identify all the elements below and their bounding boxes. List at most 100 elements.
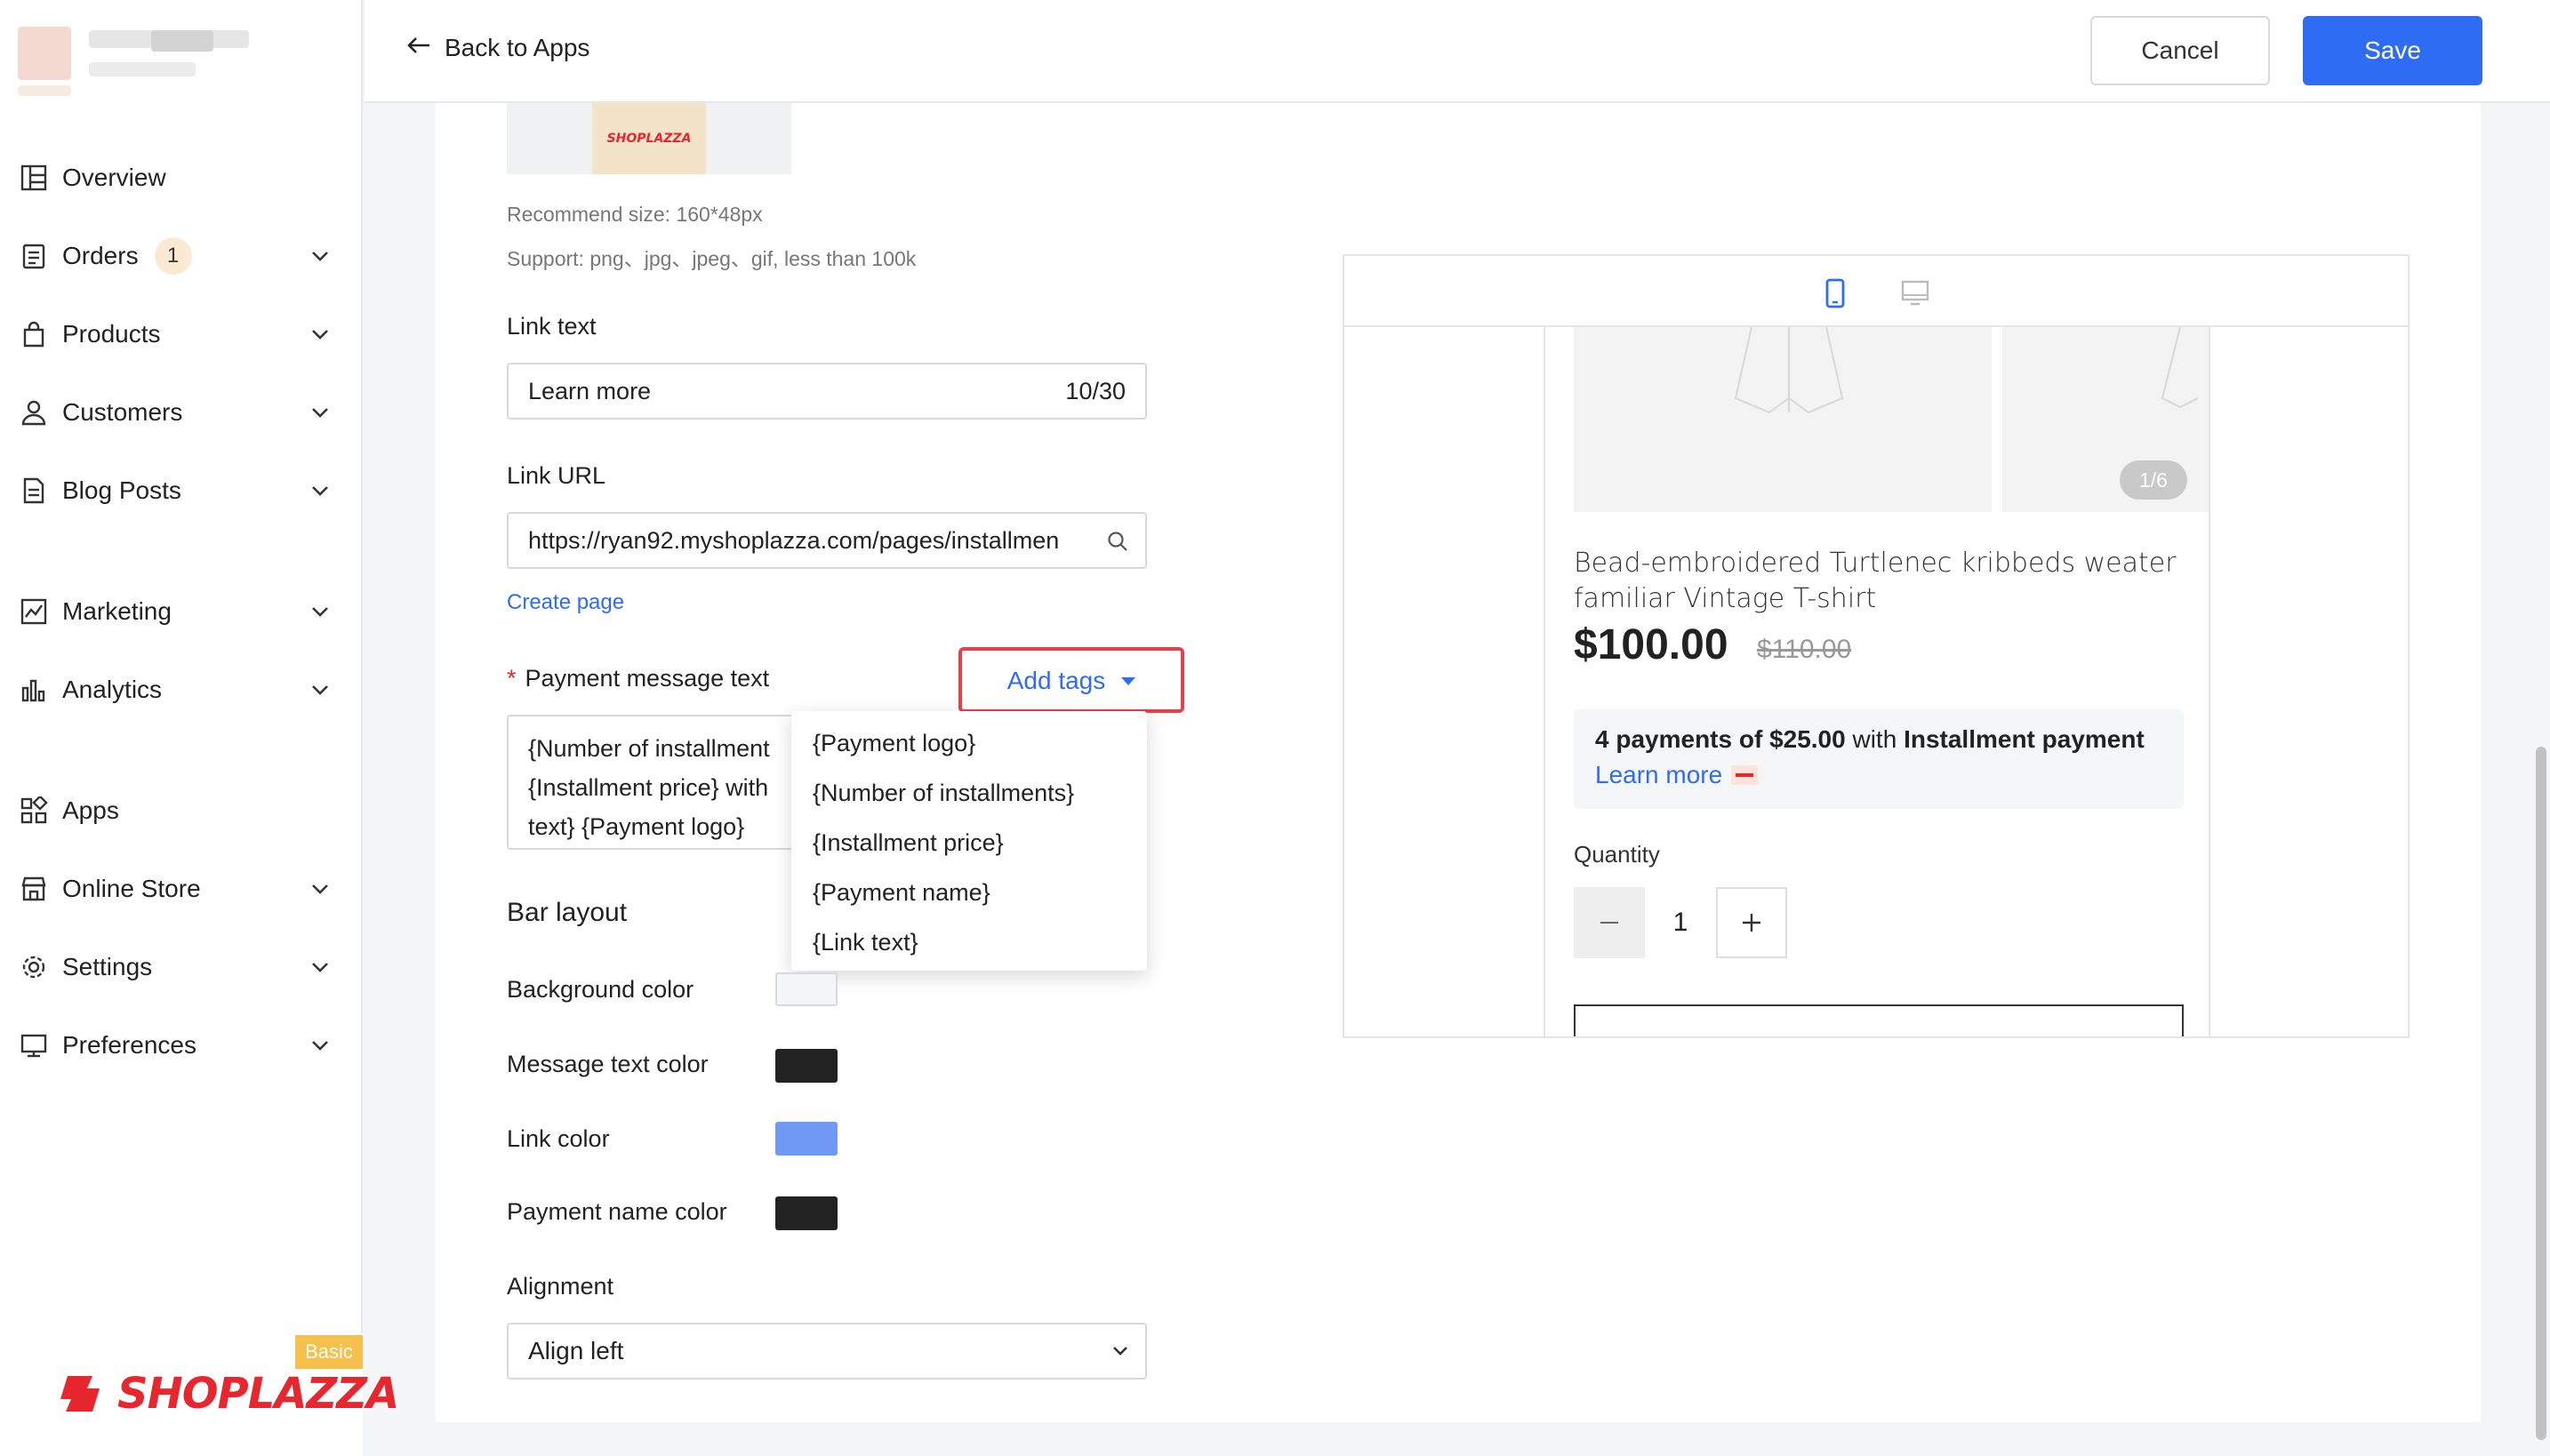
installment-message-bar: 4 payments of $25.00 with Installment pa… (1574, 709, 2184, 809)
marketing-icon (18, 596, 50, 628)
installment-amount: $25.00 (1769, 725, 1846, 753)
chevron-down-icon (308, 876, 333, 901)
sidebar-item-label: Products (62, 320, 161, 348)
sidebar-item-orders[interactable]: Orders 1 (0, 228, 363, 284)
link-color-label: Link color (507, 1125, 610, 1152)
payment-logo-preview[interactable]: SHOPLAZZA (507, 103, 791, 174)
sidebar-item-preferences[interactable]: Preferences (0, 1017, 363, 1074)
tag-option-number-of-installments[interactable]: {Number of installments} (791, 768, 1147, 818)
tag-option-installment-price[interactable]: {Installment price} (791, 818, 1147, 868)
learn-more-link[interactable]: Learn more (1595, 757, 1722, 793)
add-to-cart-button[interactable] (1574, 1004, 2184, 1036)
chevron-down-icon (308, 400, 333, 425)
installment-count: 4 payments of (1595, 725, 1763, 753)
minus-icon (1600, 922, 1618, 924)
mobile-device-icon[interactable] (1819, 277, 1851, 309)
alignment-label: Alignment (507, 1273, 614, 1300)
chevron-down-icon (308, 1033, 333, 1058)
shoplazza-logo-icon (60, 1376, 100, 1412)
cancel-button[interactable]: Cancel (2090, 16, 2270, 85)
alignment-select[interactable]: Align left (507, 1323, 1147, 1380)
product-price: $100.00 (1574, 621, 1728, 668)
installment-message: 4 payments of $25.00 with Installment pa… (1595, 722, 2162, 757)
link-url-input[interactable]: https://ryan92.myshoplazza.com/pages/ins… (507, 512, 1147, 569)
quantity-label: Quantity (1574, 841, 1660, 868)
sidebar-item-label: Marketing (62, 597, 172, 625)
recommend-size-hint: Recommend size: 160*48px (507, 203, 763, 226)
sidebar-item-label: Preferences (62, 1031, 196, 1059)
scrollbar-thumb[interactable] (2536, 747, 2546, 1440)
add-tags-label: Add tags (1006, 667, 1106, 694)
sidebar-item-analytics[interactable]: Analytics (0, 661, 363, 718)
sidebar-item-label: Orders (62, 242, 139, 269)
tag-option-payment-name[interactable]: {Payment name} (791, 868, 1147, 917)
link-color-swatch[interactable] (775, 1122, 838, 1156)
image-pager: 1/6 (2120, 460, 2187, 500)
sidebar-item-products[interactable]: Products (0, 306, 363, 363)
sidebar-item-apps[interactable]: Apps (0, 782, 363, 839)
arrow-left-icon (405, 32, 432, 63)
link-text-label: Link text (507, 313, 597, 340)
bar-layout-title: Bar layout (507, 898, 628, 927)
link-text-counter: 10/30 (1065, 377, 1126, 404)
sidebar-item-marketing[interactable]: Marketing (0, 583, 363, 640)
apps-icon (18, 795, 50, 827)
required-asterisk: * (507, 665, 517, 692)
installment-with: with (1852, 725, 1897, 753)
back-to-apps-link[interactable]: Back to Apps (405, 32, 589, 63)
sidebar-item-label: Blog Posts (62, 476, 181, 504)
support-formats-hint: Support: png、jpg、jpeg、gif, less than 100… (507, 247, 917, 270)
sidebar-item-label: Online Store (62, 875, 201, 902)
link-text-input[interactable]: Learn more 10/30 (507, 363, 1147, 420)
create-page-link[interactable]: Create page (507, 590, 624, 615)
orders-count-badge: 1 (154, 237, 192, 275)
quantity-decrease-button[interactable] (1574, 887, 1645, 958)
quantity-value[interactable]: 1 (1645, 887, 1716, 958)
search-icon[interactable] (1106, 530, 1129, 559)
tag-option-link-text[interactable]: {Link text} (791, 917, 1147, 967)
logo-image: SHOPLAZZA (592, 103, 706, 174)
save-button[interactable]: Save (2303, 16, 2482, 85)
product-title: Bead-embroidered Turtlenec kribbeds weat… (1574, 548, 2177, 614)
chevron-down-icon (1108, 1339, 1133, 1370)
shoplazza-logo: SHOPLAZZA (59, 1369, 399, 1419)
quantity-increase-button[interactable] (1716, 887, 1787, 958)
sidebar-item-blog-posts[interactable]: Blog Posts (0, 462, 363, 519)
chevron-down-icon (308, 599, 333, 624)
caret-down-icon (1121, 676, 1136, 685)
blog-posts-icon (18, 475, 50, 507)
chevron-down-icon (308, 244, 333, 268)
sidebar-item-online-store[interactable]: Online Store (0, 860, 363, 917)
installment-link-row: Learn more (1595, 757, 2162, 793)
sidebar-item-label: Apps (62, 796, 119, 824)
analytics-icon (18, 674, 50, 706)
desktop-device-icon[interactable] (1899, 277, 1931, 309)
link-url-value: https://ryan92.myshoplazza.com/pages/ins… (528, 526, 1060, 554)
sidebar-item-label: Overview (62, 164, 166, 191)
payment-name-color-label: Payment name color (507, 1198, 727, 1225)
sidebar-item-customers[interactable]: Customers (0, 384, 363, 441)
plus-icon (1743, 914, 1760, 932)
preview-panel: 1/6 Bead-embroidered Turtlenec kribbeds … (1343, 254, 2410, 1038)
tag-option-payment-logo[interactable]: {Payment logo} (791, 718, 1147, 768)
chevron-down-icon (308, 478, 333, 503)
sidebar-item-label: Analytics (62, 676, 163, 703)
payment-logo-icon (1731, 765, 1759, 785)
plan-badge: Basic (295, 1335, 363, 1369)
customers-icon (18, 396, 50, 428)
message-text-color-swatch[interactable] (775, 1049, 838, 1083)
store-info-blurred[interactable] (18, 27, 329, 98)
background-color-swatch[interactable] (775, 972, 838, 1006)
payment-message-label-text: Payment message text (525, 665, 770, 692)
tags-dropdown: {Payment logo} {Number of installments} … (791, 711, 1147, 971)
add-tags-button[interactable]: Add tags (971, 658, 1172, 704)
message-text-color-label: Message text color (507, 1051, 709, 1077)
installment-name: Installment payment (1904, 725, 2145, 753)
sidebar-item-settings[interactable]: Settings (0, 939, 363, 996)
preview-device-toggle (1344, 256, 2408, 327)
orders-icon (18, 240, 50, 272)
payment-message-label: * Payment message text (507, 665, 769, 692)
sidebar-item-overview[interactable]: Overview (0, 149, 363, 206)
payment-name-color-swatch[interactable] (775, 1196, 838, 1230)
products-icon (18, 318, 50, 350)
